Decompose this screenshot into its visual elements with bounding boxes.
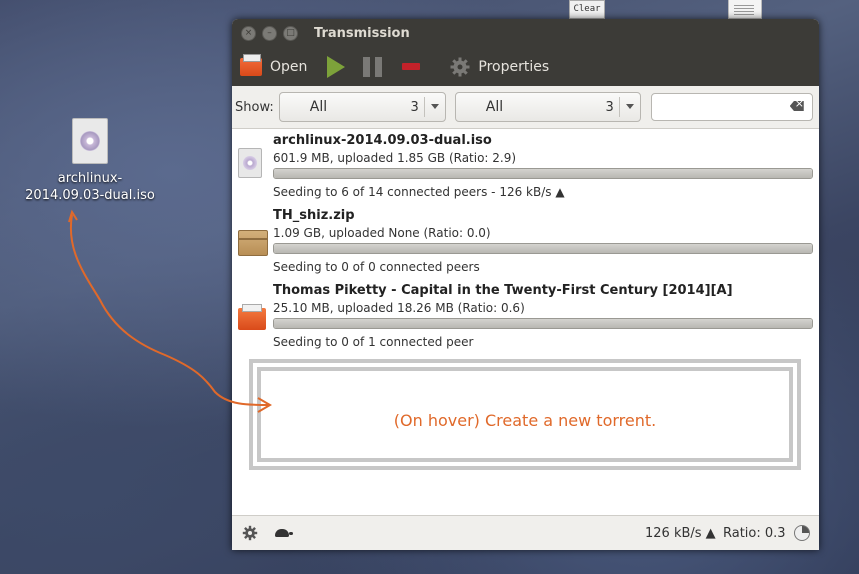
remove-button[interactable] [402,63,421,70]
toolbar: Open Properties [232,47,819,86]
disc-image-icon [238,148,262,178]
minimize-icon[interactable]: – [262,25,277,41]
document-icon[interactable] [728,0,762,19]
open-folder-icon [240,53,262,76]
open-label: Open [270,58,308,75]
progress-bar [273,318,813,329]
torrent-name: TH_shiz.zip [273,208,355,223]
chevron-down-icon [430,104,439,109]
torrent-status: Seeding to 0 of 1 connected peer [273,335,474,349]
torrent-row[interactable]: TH_shiz.zip 1.09 GB, uploaded None (Rati… [232,205,819,279]
window-title: Transmission [314,25,410,41]
desktop-file-icon[interactable]: archlinux-2014.09.03-dual.iso [20,118,160,204]
title-bar[interactable]: × – □ Transmission [232,19,819,47]
turtle-icon[interactable] [275,529,293,537]
transmission-window: × – □ Transmission Open Properties Show:… [232,19,819,550]
tracker-filter-combo[interactable]: All 3 [454,92,641,122]
combo-count: 3 [410,99,419,115]
disc-image-icon [72,118,108,164]
folder-icon [238,304,266,330]
activity-filter-combo[interactable]: All 3 [278,92,446,122]
torrent-name: Thomas Piketty - Capital in the Twenty-F… [273,283,733,298]
open-button[interactable]: Open [240,53,308,76]
clear-search-icon[interactable] [789,101,804,111]
show-label: Show: [235,99,274,115]
combo-count: 3 [605,99,614,115]
torrent-stats: 601.9 MB, uploaded 1.85 GB (Ratio: 2.9) [273,151,517,165]
maximize-icon[interactable]: □ [283,25,298,41]
combo-label: All [485,99,504,115]
filter-bar: Show: All 3 All 3 [232,86,819,129]
properties-label: Properties [478,58,550,75]
close-icon[interactable]: × [241,25,256,41]
clear-chip[interactable]: Clear [569,0,605,19]
gear-icon [450,57,470,76]
pause-button[interactable] [363,56,383,77]
torrent-name: archlinux-2014.09.03-dual.iso [273,133,492,148]
torrent-stats: 25.10 MB, uploaded 18.26 MB (Ratio: 0.6) [273,301,525,315]
upload-speed: 126 kB/s ▲ [645,526,716,541]
properties-button[interactable]: Properties [450,57,549,77]
torrent-row[interactable]: Thomas Piketty - Capital in the Twenty-F… [232,280,819,354]
torrent-row[interactable]: archlinux-2014.09.03-dual.iso 601.9 MB, … [232,130,819,204]
search-input[interactable] [655,94,790,120]
ratio-icon[interactable] [794,525,810,541]
progress-bar [273,243,813,254]
progress-bar [273,168,813,179]
torrent-stats: 1.09 GB, uploaded None (Ratio: 0.0) [273,226,491,240]
torrent-status: Seeding to 6 of 14 connected peers - 126… [273,185,565,199]
search-field[interactable] [650,93,813,121]
drop-hint: (On hover) Create a new torrent. [393,411,657,430]
start-button[interactable] [327,55,346,78]
preferences-gear-icon[interactable] [242,525,258,541]
create-torrent-drop-zone[interactable]: (On hover) Create a new torrent. [249,359,801,470]
combo-label: All [309,99,328,115]
status-bar: 126 kB/s ▲ Ratio: 0.3 [232,515,819,550]
archive-box-icon [238,230,268,256]
torrent-status: Seeding to 0 of 0 connected peers [273,260,480,274]
ratio-text[interactable]: Ratio: 0.3 [723,526,786,541]
desktop-file-label: archlinux-2014.09.03-dual.iso [25,171,155,203]
chevron-down-icon [625,104,634,109]
